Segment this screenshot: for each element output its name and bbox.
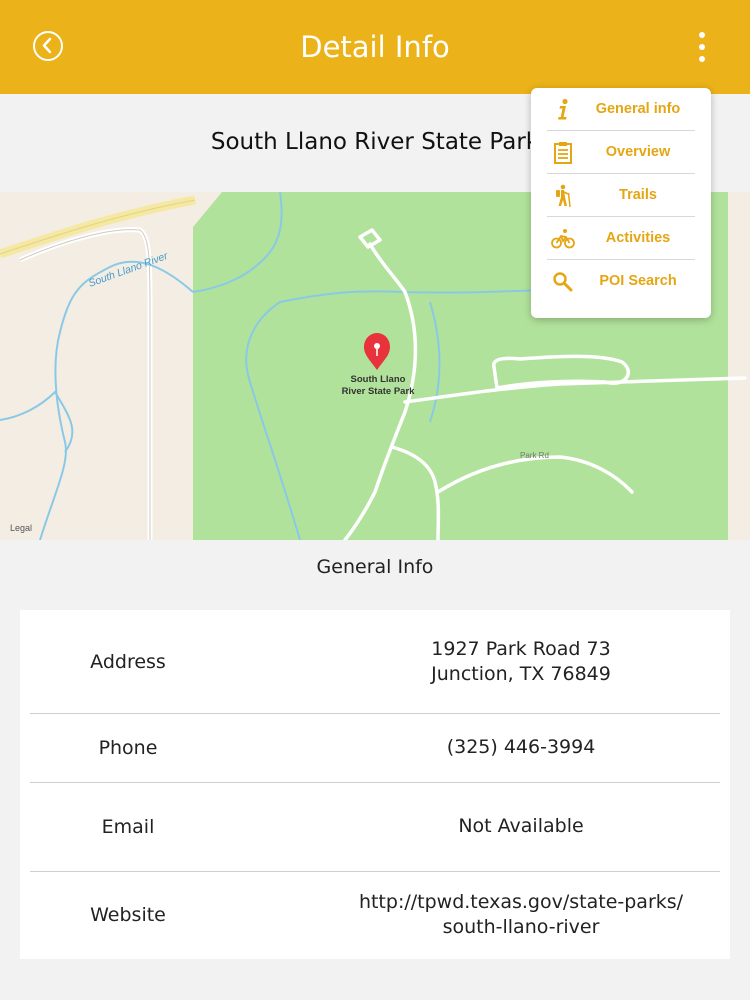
- address-value[interactable]: 1927 Park Road 73 Junction, TX 76849: [326, 610, 716, 713]
- email-text: Not Available: [458, 815, 584, 837]
- website-line2: south-llano-river: [442, 916, 600, 938]
- options-dropdown-menu: General info Overview Trails Activities: [531, 88, 711, 318]
- phone-value[interactable]: (325) 446-3994: [326, 713, 716, 782]
- general-info-table: Address 1927 Park Road 73 Junction, TX 7…: [20, 610, 730, 959]
- clipboard-icon: [554, 142, 572, 164]
- info-label: Phone: [98, 736, 158, 759]
- address-line2: Junction, TX 76849: [431, 662, 611, 685]
- info-row-website: Website http://tpwd.texas.gov/state-park…: [30, 871, 720, 959]
- info-icon: [558, 98, 568, 120]
- menu-item-overview[interactable]: Overview: [547, 131, 695, 174]
- menu-item-activities[interactable]: Activities: [547, 217, 695, 260]
- menu-item-poi-search[interactable]: POI Search: [547, 260, 695, 303]
- road-label: Park Rd: [520, 451, 549, 460]
- info-row-email: Email Not Available: [30, 782, 720, 872]
- more-options-button[interactable]: [688, 30, 716, 64]
- phone-number: (325) 446-3994: [446, 736, 596, 758]
- section-title: General Info: [316, 556, 434, 578]
- info-label: Website: [90, 904, 166, 926]
- hiker-icon: [556, 184, 571, 208]
- page-title: Detail Info: [300, 30, 450, 64]
- legal-link[interactable]: Legal: [10, 523, 32, 533]
- menu-item-label: POI Search: [599, 273, 677, 289]
- app-header: Detail Info: [0, 0, 750, 94]
- website-link[interactable]: http://tpwd.texas.gov/state-parks/ south…: [326, 871, 716, 959]
- info-row-address: Address 1927 Park Road 73 Junction, TX 7…: [30, 610, 720, 714]
- address-line1: 1927 Park Road 73: [431, 637, 611, 660]
- menu-item-label: Overview: [605, 144, 671, 160]
- menu-item-label: General info: [595, 101, 681, 117]
- website-line1: http://tpwd.texas.gov/state-parks/: [358, 891, 684, 913]
- menu-item-label: Trails: [619, 187, 657, 203]
- search-icon: [553, 272, 573, 292]
- pin-label-line1: South Llano: [351, 374, 406, 385]
- menu-item-label: Activities: [605, 230, 671, 246]
- bicycle-icon: [551, 229, 575, 249]
- menu-item-trails[interactable]: Trails: [547, 174, 695, 217]
- info-label: Address: [90, 650, 166, 673]
- pin-label-line2: River State Park: [342, 386, 416, 397]
- email-value: Not Available: [326, 782, 716, 871]
- info-label: Email: [101, 815, 155, 838]
- info-row-phone: Phone (325) 446-3994: [30, 713, 720, 783]
- menu-item-general-info[interactable]: General info: [547, 88, 695, 131]
